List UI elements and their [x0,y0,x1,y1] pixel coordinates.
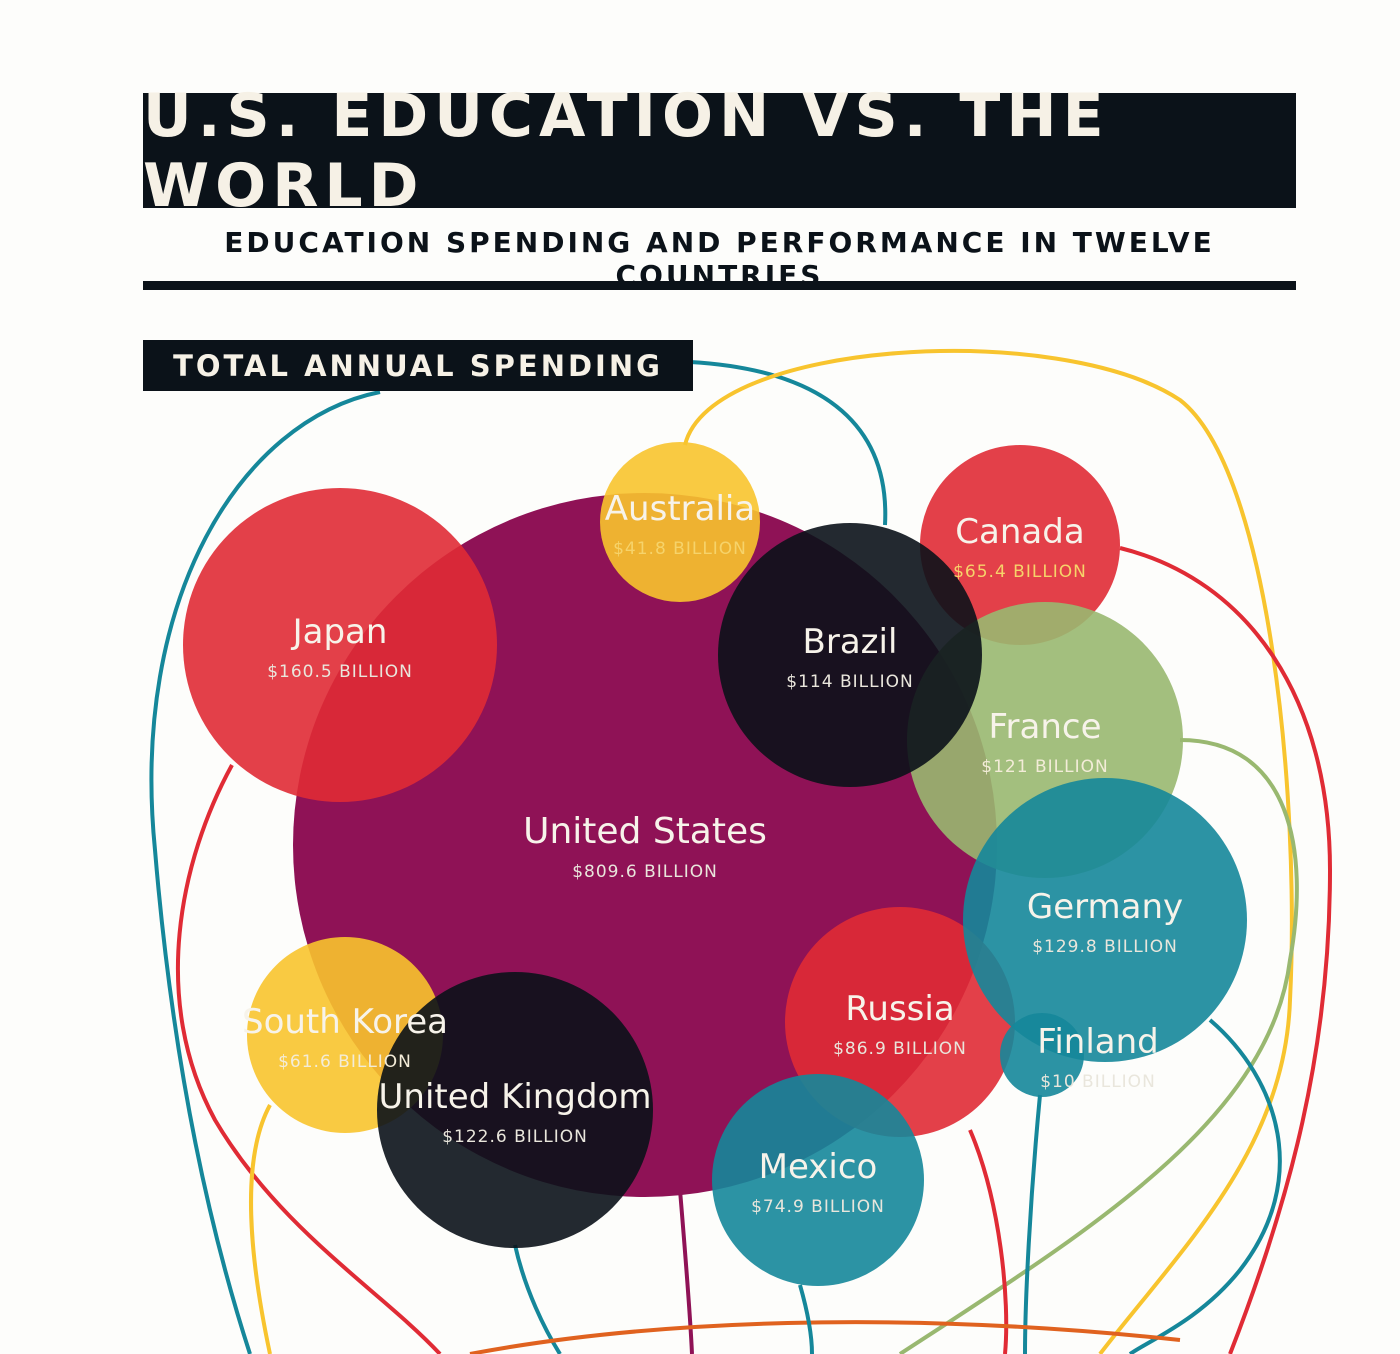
connector-line-teal-finland [1023,1094,1042,1354]
bubble-label-germany: Germany [1027,887,1183,927]
bubble-label-united-states: United States [523,811,767,852]
bubble-value-germany: $129.8 BILLION [1032,937,1178,957]
connector-line-teal-right [1128,1018,1282,1354]
bubble-value-united-states: $809.6 BILLION [572,862,718,882]
bubble-value-canada: $65.4 BILLION [953,562,1087,582]
bubble-label-united-kingdom: United Kingdom [379,1077,652,1117]
connector-line-teal-mexico [798,1284,814,1354]
bubble-label-mexico: Mexico [759,1147,878,1187]
bubble-label-australia: Australia [605,489,755,529]
bubble-value-france: $121 BILLION [981,757,1108,777]
connector-line-red-russia [968,1129,1009,1354]
bubble-label-france: France [988,707,1101,747]
bubble-label-finland: Finland [1037,1022,1159,1062]
section-label: TOTAL ANNUAL SPENDING [143,340,693,391]
bubble-value-mexico: $74.9 BILLION [751,1197,885,1217]
connector-line-orange [469,1320,1181,1354]
bubble-label-russia: Russia [845,989,954,1029]
bubble-value-australia: $41.8 BILLION [613,539,747,559]
bubble-chart: United States $809.6 BILLION Japan $160.5 B… [149,349,1333,1354]
bubble-value-united-kingdom: $122.6 BILLION [442,1127,588,1147]
bubble-value-brazil: $114 BILLION [786,672,913,692]
bubble-value-south-korea: $61.6 BILLION [278,1052,412,1072]
connector-line-teal-uk [513,1244,562,1354]
bubble-value-russia: $86.9 BILLION [833,1039,967,1059]
connector-line-yellow-left [249,1104,272,1354]
bubble-value-finland: $10 BILLION [1040,1072,1156,1092]
bubble-value-japan: $160.5 BILLION [267,662,413,682]
bubble-label-brazil: Brazil [803,622,898,662]
bubble-label-canada: Canada [955,512,1084,552]
bubble-label-south-korea: South Korea [242,1002,448,1042]
bubble-label-japan: Japan [291,612,388,652]
